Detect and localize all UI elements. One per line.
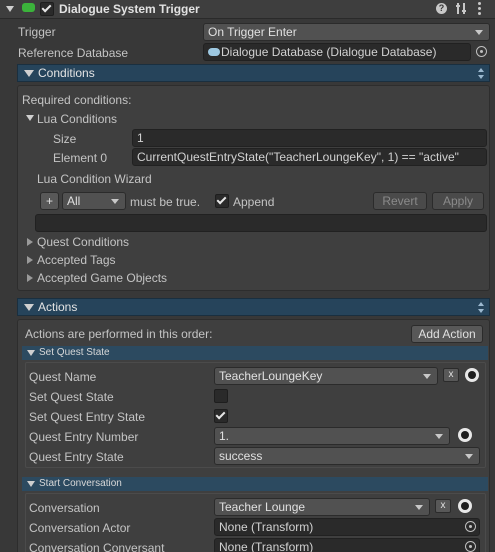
trigger-label: Trigger [18,25,56,39]
quest-name-dropdown[interactable]: TeacherLoungeKey [214,367,438,385]
conditions-header[interactable]: Conditions [17,64,490,82]
check-icon [216,194,227,205]
condition-mode-dropdown[interactable]: All [62,192,126,210]
reference-database-label: Reference Database [18,46,129,60]
quest-entry-state-dropdown[interactable]: success [214,447,480,465]
conversation-actor-field[interactable]: None (Transform) [214,518,480,536]
reference-database-value: Dialogue Database (Dialogue Database) [221,45,437,59]
trigger-dropdown[interactable]: On Trigger Enter [203,23,490,41]
chevron-down-icon [435,434,443,439]
component-title: Dialogue System Trigger [59,2,200,16]
conversation-conversant-label: Conversation Conversant [29,541,165,552]
quest-entry-state-label: Quest Entry State [29,450,124,464]
component-foldout-icon[interactable] [6,6,14,12]
actions-header[interactable]: Actions [17,298,490,316]
conversation-actor-value: None (Transform) [219,520,314,534]
conversation-conversant-value: None (Transform) [219,540,314,552]
conditions-title: Conditions [38,66,95,80]
chevron-down-icon [465,454,473,459]
chevron-down-icon [475,30,483,35]
chevron-down-icon [415,505,423,510]
size-field[interactable]: 1 [132,129,487,147]
lua-conditions-label: Lua Conditions [37,112,118,126]
conversation-conversant-field[interactable]: None (Transform) [214,538,480,552]
component-header: Dialogue System Trigger ? [0,0,495,19]
append-label: Append [233,195,275,209]
start-conversation-foldout-icon [27,481,35,487]
set-quest-entry-state-label: Set Quest Entry State [29,410,146,424]
conversation-dropdown[interactable]: Teacher Lounge [214,498,430,516]
kebab-menu-icon[interactable] [478,2,482,15]
start-conversation-title: Start Conversation [39,478,122,489]
accepted-game-objects-foldout-icon[interactable] [27,274,33,282]
set-quest-state-checkbox[interactable] [214,389,228,403]
reference-database-field[interactable]: Dialogue Database (Dialogue Database) [203,43,471,61]
check-icon [41,2,52,13]
quest-entry-number-label: Quest Entry Number [29,430,139,444]
script-icon [22,3,35,12]
required-conditions-label: Required conditions: [22,93,132,107]
set-quest-state-title: Set Quest State [39,347,110,358]
add-action-button[interactable]: Add Action [411,325,483,343]
quest-conditions-label[interactable]: Quest Conditions [37,234,129,250]
quest-entry-picker-icon[interactable] [458,428,472,442]
conversant-object-picker-icon[interactable] [465,541,476,552]
quest-name-picker-icon[interactable] [465,368,479,382]
apply-button[interactable]: Apply [432,192,484,210]
conversation-value: Teacher Lounge [219,500,306,514]
help-icon[interactable]: ? [436,3,447,14]
clear-conversation-button[interactable]: x [435,499,451,513]
set-quest-state-header[interactable]: Set Quest State [22,346,488,360]
start-conversation-header[interactable]: Start Conversation [22,477,488,491]
quest-entry-state-value: success [219,449,263,463]
set-quest-state-label: Set Quest State [29,390,114,404]
accepted-tags-foldout-icon[interactable] [27,256,33,264]
reorder-icon[interactable] [478,302,486,314]
component-enabled-checkbox[interactable] [40,2,54,16]
chevron-down-icon [111,199,119,204]
quest-entry-number-dropdown[interactable]: 1. [214,427,450,445]
condition-mode-value: All [67,194,81,208]
append-checkbox[interactable] [215,194,229,208]
lua-conditions-foldout-icon[interactable] [26,115,34,121]
actor-object-picker-icon[interactable] [465,521,476,532]
conditions-foldout-icon [24,70,34,77]
set-quest-entry-state-checkbox[interactable] [214,409,228,423]
quest-name-value: TeacherLoungeKey [219,369,323,383]
actions-title: Actions [38,300,78,314]
element-0-label: Element 0 [53,151,108,165]
object-picker-icon[interactable] [476,46,487,57]
must-be-true-label: must be true. [130,195,201,209]
reorder-icon[interactable] [478,68,486,80]
quest-conditions-foldout-icon[interactable] [27,238,33,246]
element-0-field[interactable]: CurrentQuestEntryState("TeacherLoungeKey… [132,148,487,166]
quest-name-label: Quest Name [29,370,97,384]
check-icon [215,409,226,420]
condition-wizard-preview-field[interactable] [35,214,487,232]
conversation-label: Conversation [29,501,100,515]
trigger-value: On Trigger Enter [208,25,297,39]
actions-order-text: Actions are performed in this order: [25,327,213,341]
database-icon [208,48,220,56]
add-condition-button[interactable]: + [40,192,59,210]
size-label: Size [53,132,77,146]
conversation-actor-label: Conversation Actor [29,521,131,535]
accepted-tags-label[interactable]: Accepted Tags [37,252,116,268]
lua-condition-wizard-label: Lua Condition Wizard [37,172,152,186]
chevron-down-icon [423,374,431,379]
conversation-picker-icon[interactable] [458,499,472,513]
quest-entry-number-value: 1. [219,429,230,443]
set-quest-state-foldout-icon [27,350,35,356]
actions-foldout-icon [24,304,34,311]
accepted-game-objects-label[interactable]: Accepted Game Objects [37,270,167,286]
clear-quest-name-button[interactable]: x [443,368,459,382]
preset-icon[interactable] [456,3,467,14]
revert-button[interactable]: Revert [373,192,427,210]
